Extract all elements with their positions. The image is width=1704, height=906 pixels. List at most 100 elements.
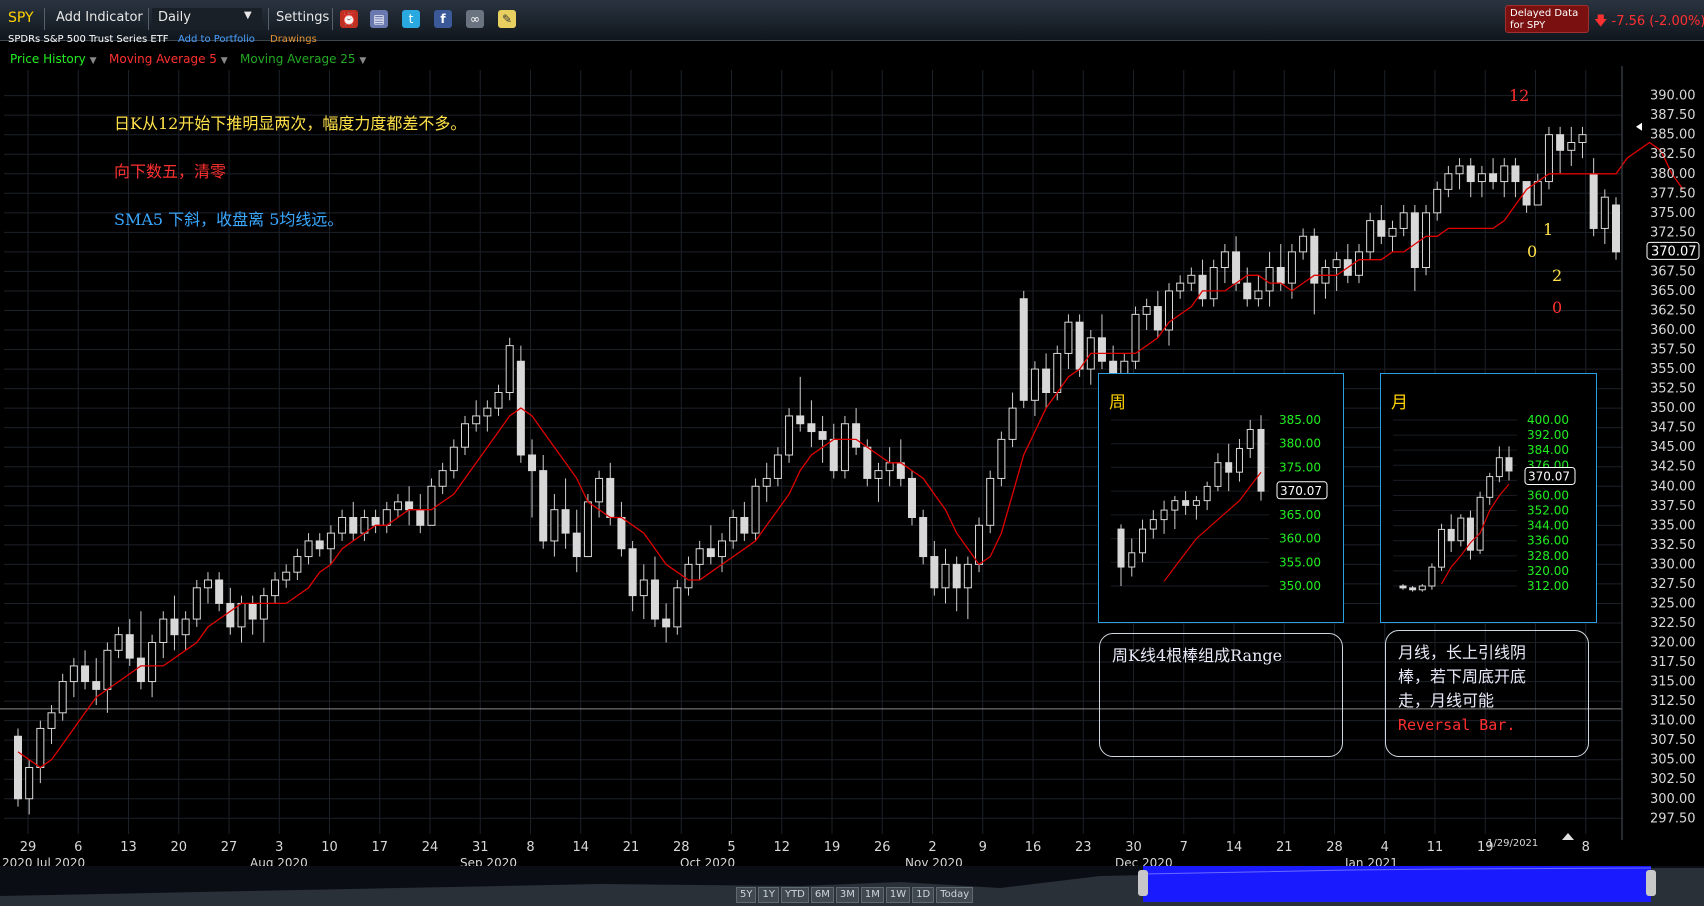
candle-body bbox=[1142, 306, 1151, 315]
time-range-button[interactable]: YTD bbox=[780, 887, 809, 903]
time-range-button[interactable]: 3M bbox=[835, 887, 859, 903]
inset-tick-label: 344.00 bbox=[1527, 519, 1569, 533]
candle-body bbox=[840, 423, 849, 472]
sticky-note-icon[interactable]: ✎ bbox=[498, 10, 516, 28]
date-tick-label: 31 bbox=[472, 840, 489, 855]
monthly-inset: 月 400.00392.00384.00376.00368.00360.0035… bbox=[1380, 373, 1597, 623]
price-tick-label: 350.00 bbox=[1650, 401, 1696, 416]
time-range-button[interactable]: 1M bbox=[860, 887, 884, 903]
date-tick-label: 21 bbox=[1276, 840, 1293, 855]
date-tick-label: 17 bbox=[371, 840, 388, 855]
candle-body bbox=[930, 556, 939, 589]
inset-candle-body bbox=[1438, 528, 1446, 568]
ma5-menu[interactable]: Moving Average 5 ▼ bbox=[109, 52, 228, 66]
time-range-buttons: 5Y 1Y YTD 6M 3M 1M 1W 1D Today bbox=[736, 882, 975, 903]
time-range-button[interactable]: Today bbox=[936, 887, 974, 903]
date-tick-label: 6 bbox=[74, 840, 82, 855]
add-to-portfolio-link[interactable]: Add to Portfolio bbox=[178, 34, 255, 45]
inset-tick-label: 365.00 bbox=[1279, 508, 1321, 522]
candle-body bbox=[1600, 196, 1609, 229]
time-range-button[interactable]: 5Y bbox=[736, 887, 757, 903]
date-tick-label: 5 bbox=[727, 840, 735, 855]
price-tick-label: 330.00 bbox=[1650, 557, 1696, 572]
candle-body bbox=[740, 517, 749, 534]
candle-body bbox=[1287, 251, 1296, 284]
candle-body bbox=[539, 470, 548, 542]
price-tick-label: 377.50 bbox=[1650, 186, 1696, 201]
time-range-button[interactable]: 1W bbox=[885, 887, 911, 903]
chevron-down-icon: ▼ bbox=[220, 56, 228, 66]
delayed-data-badge: Delayed Data for SPY bbox=[1505, 5, 1589, 33]
date-tick-label: 4 bbox=[1381, 840, 1389, 855]
candle-body bbox=[92, 681, 101, 690]
annotation-line2: 向下数五，清零 bbox=[114, 162, 227, 181]
toolbar-divider bbox=[148, 8, 149, 30]
period-value: Daily bbox=[158, 10, 191, 25]
candle-body bbox=[1388, 227, 1397, 237]
candle-body bbox=[1097, 337, 1106, 362]
candle-body bbox=[259, 595, 268, 620]
price-history-menu[interactable]: Price History ▼ bbox=[10, 52, 97, 66]
candle-body bbox=[1053, 352, 1062, 393]
time-range-button[interactable]: 1D bbox=[912, 887, 935, 903]
drawings-link[interactable]: Drawings bbox=[270, 34, 317, 45]
candle-body bbox=[1254, 290, 1263, 300]
settings-button[interactable]: Settings bbox=[276, 10, 329, 25]
twitter-icon[interactable]: t bbox=[402, 10, 420, 28]
candle-body bbox=[1220, 251, 1229, 268]
date-tick-label: 26 bbox=[874, 840, 891, 855]
time-range-button[interactable]: 1Y bbox=[758, 887, 779, 903]
candle-body bbox=[293, 556, 302, 573]
chart-grid bbox=[0, 70, 1622, 834]
monthly-note-line4: Reversal Bar. bbox=[1398, 716, 1516, 734]
monthly-note-box: 月线，长上引线阴 棒，若下周底开底 走，月线可能 Reversal Bar. bbox=[1385, 630, 1589, 757]
period-dropdown[interactable]: Daily ▼ bbox=[152, 8, 262, 30]
facebook-icon[interactable]: f bbox=[434, 10, 452, 28]
alarm-clock-icon[interactable]: ⏰ bbox=[340, 10, 358, 28]
inset-tick-label: 328.00 bbox=[1527, 549, 1569, 563]
inset-candle-body bbox=[1476, 496, 1484, 551]
candle-body bbox=[941, 563, 950, 589]
candle-body bbox=[1265, 267, 1274, 292]
top-toolbar: SPY Add Indicator Daily ▼ Settings ⏰ ▤ t… bbox=[0, 0, 1704, 41]
month-label: Oct 2020 bbox=[680, 856, 735, 866]
inset-candle-body bbox=[1399, 585, 1407, 589]
inset-tick-label: 400.00 bbox=[1527, 413, 1569, 427]
count-label-1: 1 bbox=[1543, 220, 1554, 239]
inset-candle-body bbox=[1418, 585, 1426, 591]
candle-body bbox=[628, 548, 637, 597]
candle-body bbox=[729, 517, 738, 542]
price-tick-label: 312.50 bbox=[1650, 694, 1696, 709]
date-tick-label: 19 bbox=[824, 840, 841, 855]
candle-body bbox=[215, 579, 224, 604]
candle-body bbox=[1299, 235, 1308, 253]
ma25-menu[interactable]: Moving Average 25 ▼ bbox=[240, 52, 366, 66]
candle-body bbox=[528, 454, 537, 472]
candle-body bbox=[874, 470, 883, 479]
candle-body bbox=[718, 540, 727, 558]
time-range-button[interactable]: 6M bbox=[810, 887, 834, 903]
delayed-line1: Delayed Data bbox=[1510, 8, 1579, 19]
weekly-note-box: 周K线4根棒组成Range bbox=[1099, 633, 1343, 757]
inset-candle-body bbox=[1117, 528, 1125, 568]
candle-body bbox=[1176, 282, 1185, 292]
candle-body bbox=[248, 602, 257, 620]
add-indicator-button[interactable]: Add Indicator bbox=[56, 10, 143, 25]
count-label-12: 12 bbox=[1509, 86, 1530, 105]
binoculars-icon[interactable]: ∞ bbox=[466, 10, 484, 28]
delayed-line2: for SPY bbox=[1510, 20, 1546, 31]
navigator-left-handle bbox=[1138, 870, 1148, 896]
candle-body bbox=[975, 524, 984, 565]
layers-icon[interactable]: ▤ bbox=[370, 10, 388, 28]
candle-body bbox=[1556, 134, 1565, 151]
ticker-symbol[interactable]: SPY bbox=[8, 10, 34, 26]
candle-body bbox=[963, 563, 972, 589]
inset-candle-body bbox=[1486, 476, 1494, 498]
candle-body bbox=[114, 634, 123, 651]
price-tick-label: 327.50 bbox=[1650, 577, 1696, 592]
date-tick-label: 10 bbox=[321, 840, 338, 855]
candle-body bbox=[1477, 173, 1486, 183]
month-label: Nov 2020 bbox=[905, 856, 963, 866]
month-label: Jan 2021 bbox=[1344, 856, 1398, 866]
date-tick-label: 24 bbox=[422, 840, 439, 855]
